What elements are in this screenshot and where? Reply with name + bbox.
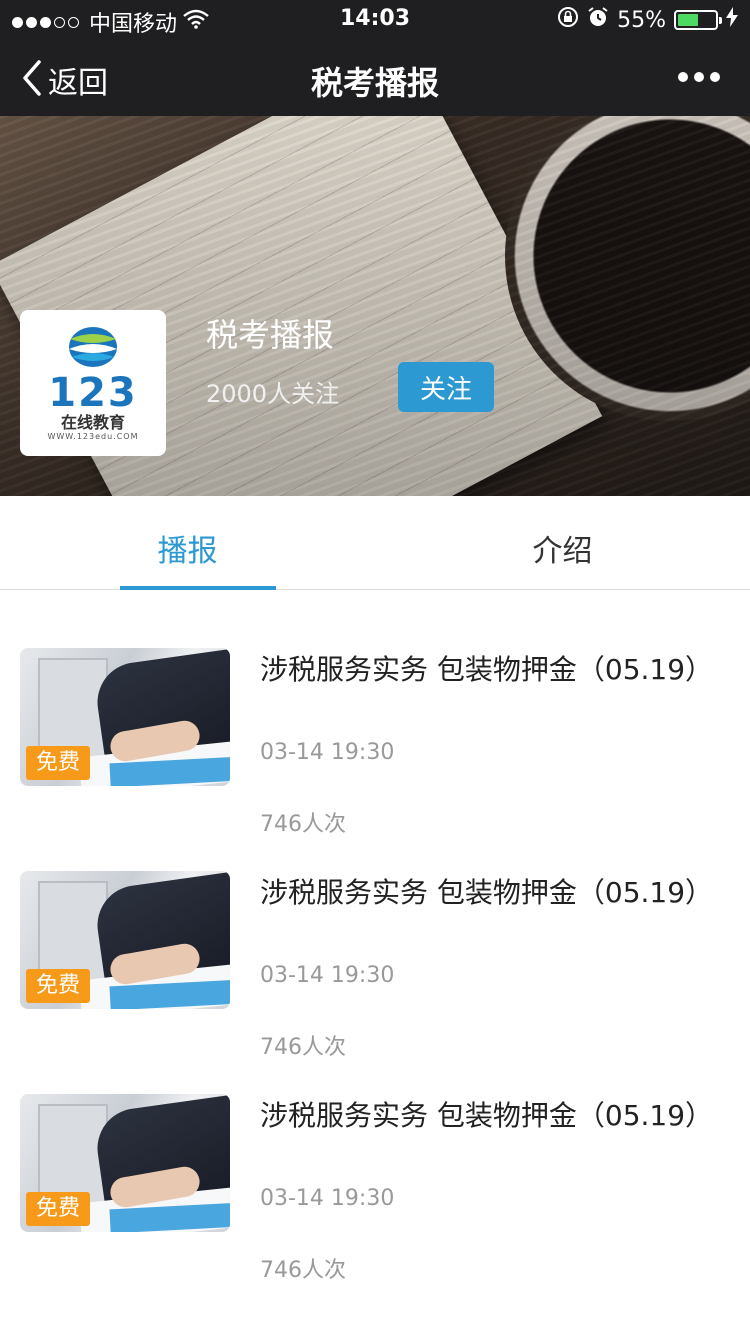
list-item[interactable]: 免费 涉税服务实务 包装物押金（05.19） 03-14 19:30 746人次 <box>0 871 750 1093</box>
item-title: 涉税服务实务 包装物押金（05.19） <box>260 1099 714 1132</box>
list-item[interactable]: 免费 涉税服务实务 包装物押金（05.19） 03-14 19:30 746人次 <box>0 1094 750 1316</box>
profile-header: 123 在线教育 WWW.123edu.COM 税考播报 2000人关注 关注 <box>0 116 750 496</box>
logo-text: 在线教育 <box>60 412 125 432</box>
logo-number: 123 <box>48 369 138 416</box>
tab-introduction[interactable]: 介绍 <box>375 506 750 589</box>
page-title: 税考播报 <box>310 64 439 102</box>
free-badge: 免费 <box>26 746 91 780</box>
channel-name: 税考播报 <box>206 316 335 354</box>
course-thumbnail: 免费 <box>20 1094 230 1232</box>
tab-introduction-label: 介绍 <box>532 533 593 569</box>
battery-icon <box>674 10 722 30</box>
active-tab-indicator <box>120 586 276 590</box>
item-time: 03-14 19:30 <box>260 1186 395 1211</box>
more-options-icon[interactable] <box>678 72 720 82</box>
alarm-icon <box>587 6 609 34</box>
battery-percent: 55% <box>617 7 666 33</box>
status-right: 55% <box>557 6 738 34</box>
list-item[interactable]: 免费 涉税服务实务 包装物押金（05.19） 03-14 19:30 746人次 <box>0 648 750 870</box>
logo-url: WWW.123edu.COM <box>47 432 139 442</box>
item-title: 涉税服务实务 包装物押金（05.19） <box>260 876 714 909</box>
navigation-bar: 返回 税考播报 <box>0 40 750 116</box>
course-thumbnail: 免费 <box>20 871 230 1009</box>
rotation-lock-icon <box>557 6 579 34</box>
charging-icon <box>726 7 738 33</box>
top-bar: 中国移动 14:03 55% 返回 税考播报 <box>0 0 750 116</box>
follower-count: 2000人关注 <box>206 380 340 408</box>
tab-broadcast-label: 播报 <box>157 533 218 569</box>
course-thumbnail: 免费 <box>20 648 230 786</box>
free-badge: 免费 <box>26 1192 91 1226</box>
item-views: 746人次 <box>260 812 346 837</box>
free-badge: 免费 <box>26 969 91 1003</box>
tab-broadcast[interactable]: 播报 <box>0 506 375 590</box>
status-bar: 中国移动 14:03 55% <box>0 0 750 40</box>
tab-bar: 播报 介绍 <box>0 506 750 590</box>
channel-logo: 123 在线教育 WWW.123edu.COM <box>20 310 166 456</box>
item-views: 746人次 <box>260 1258 346 1283</box>
item-time: 03-14 19:30 <box>260 740 395 765</box>
globe-icon <box>69 326 117 367</box>
item-views: 746人次 <box>260 1035 346 1060</box>
item-title: 涉税服务实务 包装物押金（05.19） <box>260 653 714 686</box>
follow-button[interactable]: 关注 <box>398 362 494 412</box>
item-time: 03-14 19:30 <box>260 963 395 988</box>
